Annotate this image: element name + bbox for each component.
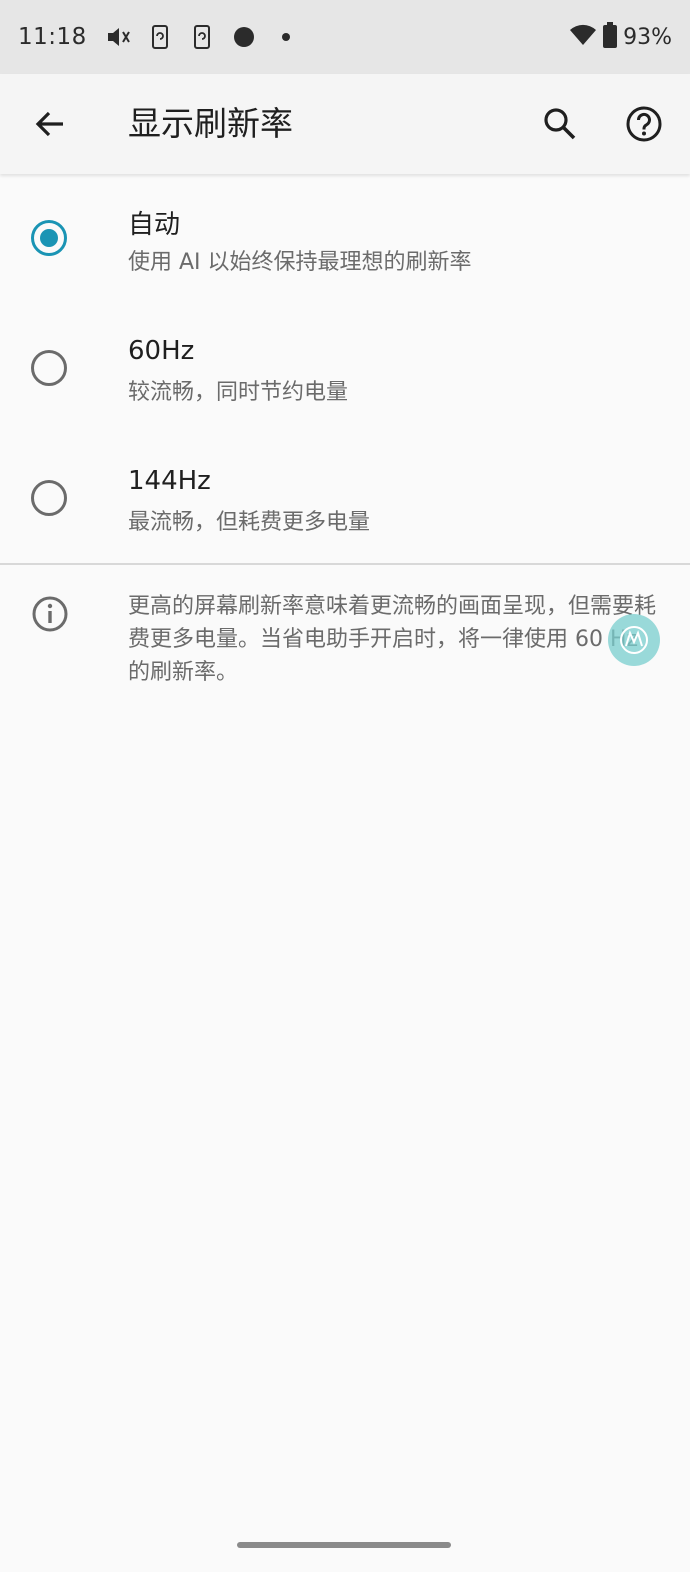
battery-percent: 93% bbox=[623, 24, 672, 50]
app-bar: 显示刷新率 bbox=[0, 74, 690, 174]
info-text: 更高的屏幕刷新率意味着更流畅的画面呈现，但需要耗费更多电量。当省电助手开启时，将… bbox=[128, 594, 657, 685]
option-subtitle: 较流畅，同时节约电量 bbox=[128, 380, 349, 405]
search-button[interactable] bbox=[536, 100, 584, 148]
option-subtitle: 使用 AI 以始终保持最理想的刷新率 bbox=[128, 250, 472, 275]
notification-icons bbox=[105, 24, 299, 50]
phone-sync-icon bbox=[147, 24, 173, 50]
motorola-logo-icon bbox=[620, 626, 648, 654]
page-title: 显示刷新率 bbox=[128, 104, 293, 143]
mute-icon bbox=[105, 24, 131, 50]
status-bar: 11:18 93% bbox=[0, 0, 690, 74]
option-auto[interactable]: 自动 使用 AI 以始终保持最理想的刷新率 bbox=[0, 174, 690, 304]
option-subtitle: 最流畅，但耗费更多电量 bbox=[128, 510, 371, 535]
option-title: 60Hz bbox=[128, 336, 195, 366]
option-title: 144Hz bbox=[128, 466, 211, 496]
dot-icon bbox=[231, 24, 257, 50]
search-icon bbox=[544, 108, 576, 140]
wifi-icon bbox=[569, 24, 597, 50]
phone-sync-icon bbox=[189, 24, 215, 50]
radio-button[interactable] bbox=[31, 480, 67, 516]
back-button[interactable] bbox=[26, 100, 74, 148]
status-time: 11:18 bbox=[18, 24, 87, 50]
system-status: 93% bbox=[569, 22, 672, 52]
help-icon bbox=[626, 106, 662, 142]
help-button[interactable] bbox=[620, 100, 668, 148]
home-indicator[interactable] bbox=[237, 1542, 451, 1548]
option-60hz[interactable]: 60Hz 较流畅，同时节约电量 bbox=[0, 304, 690, 434]
divider bbox=[0, 563, 690, 565]
option-title: 自动 bbox=[128, 210, 181, 240]
battery-icon bbox=[603, 22, 618, 52]
radio-button[interactable] bbox=[31, 350, 67, 386]
back-arrow-icon bbox=[35, 111, 63, 137]
option-144hz[interactable]: 144Hz 最流畅，但耗费更多电量 bbox=[0, 434, 690, 564]
radio-button-selected[interactable] bbox=[31, 220, 67, 256]
info-icon bbox=[32, 596, 68, 632]
small-dot-icon bbox=[273, 24, 299, 50]
floating-assistant-bubble[interactable] bbox=[608, 614, 660, 666]
